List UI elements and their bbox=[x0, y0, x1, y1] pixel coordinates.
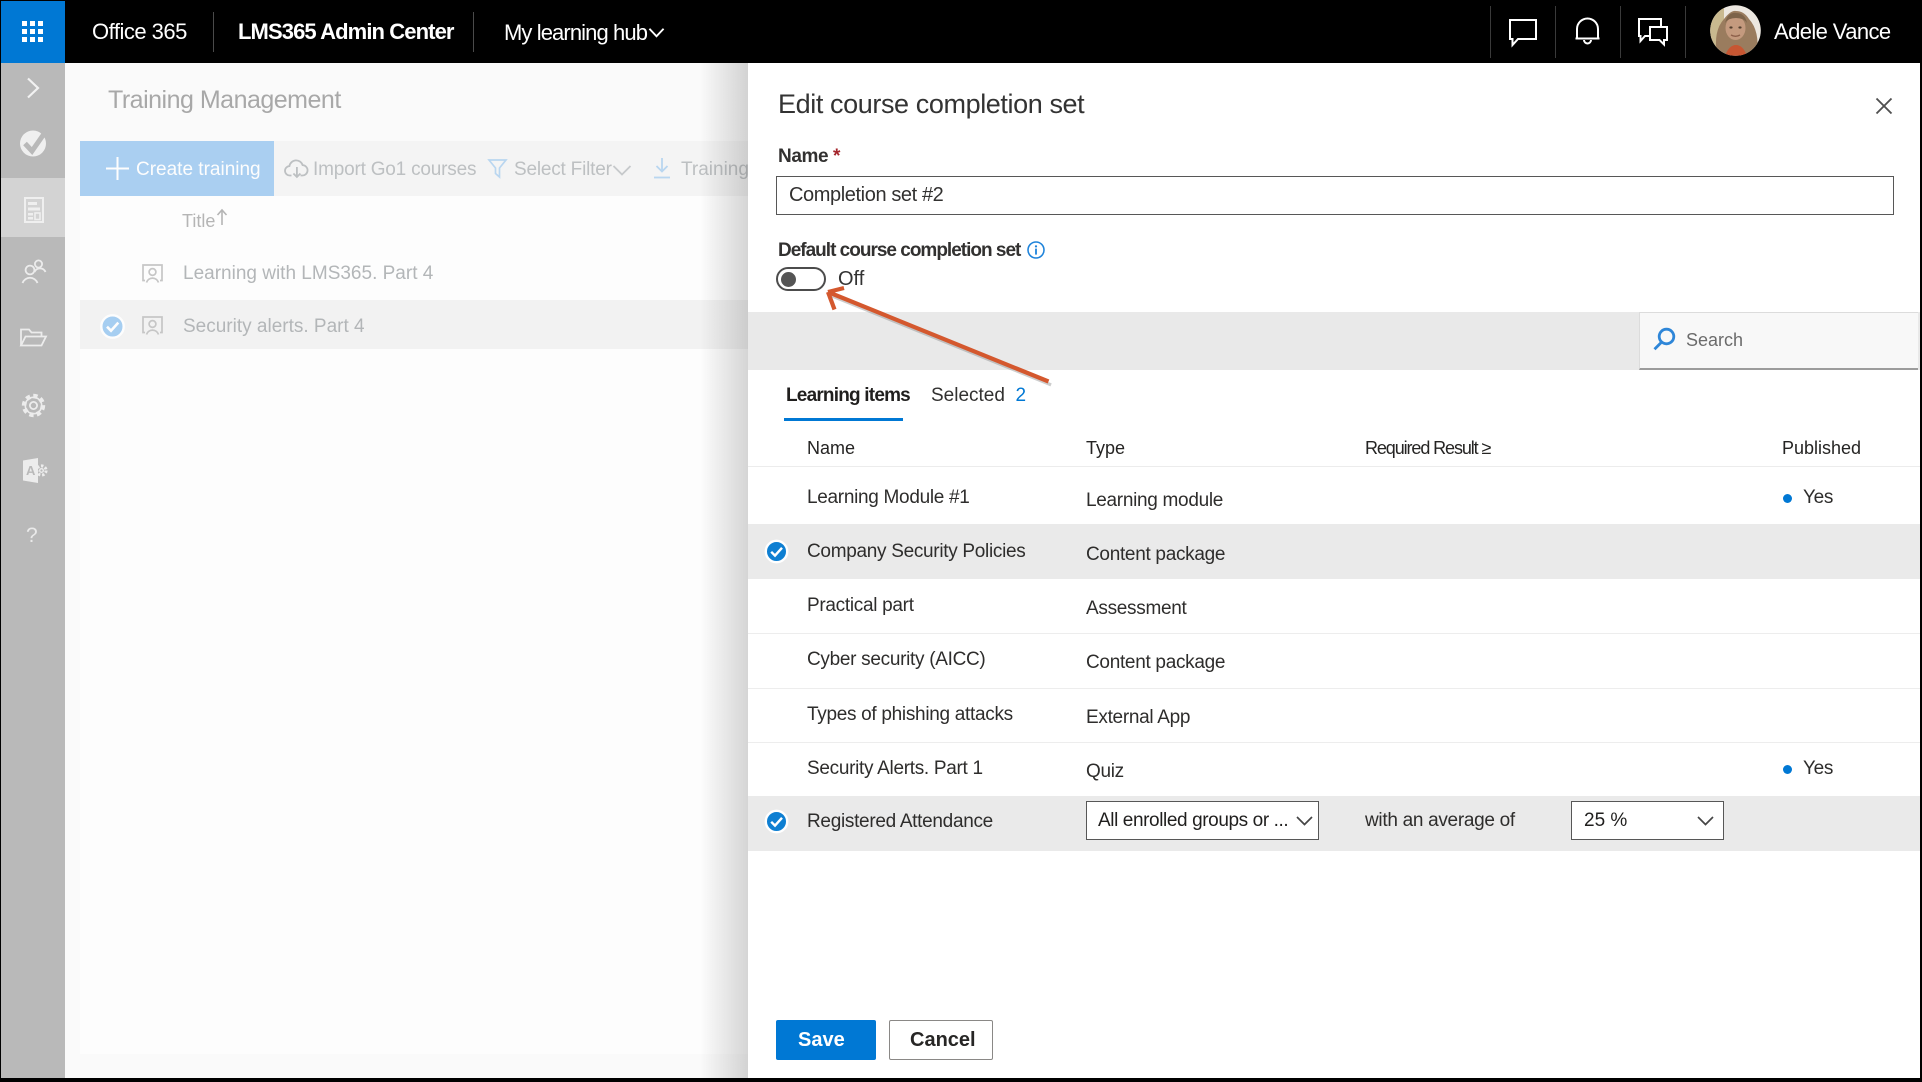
svg-text:A: A bbox=[26, 463, 36, 478]
